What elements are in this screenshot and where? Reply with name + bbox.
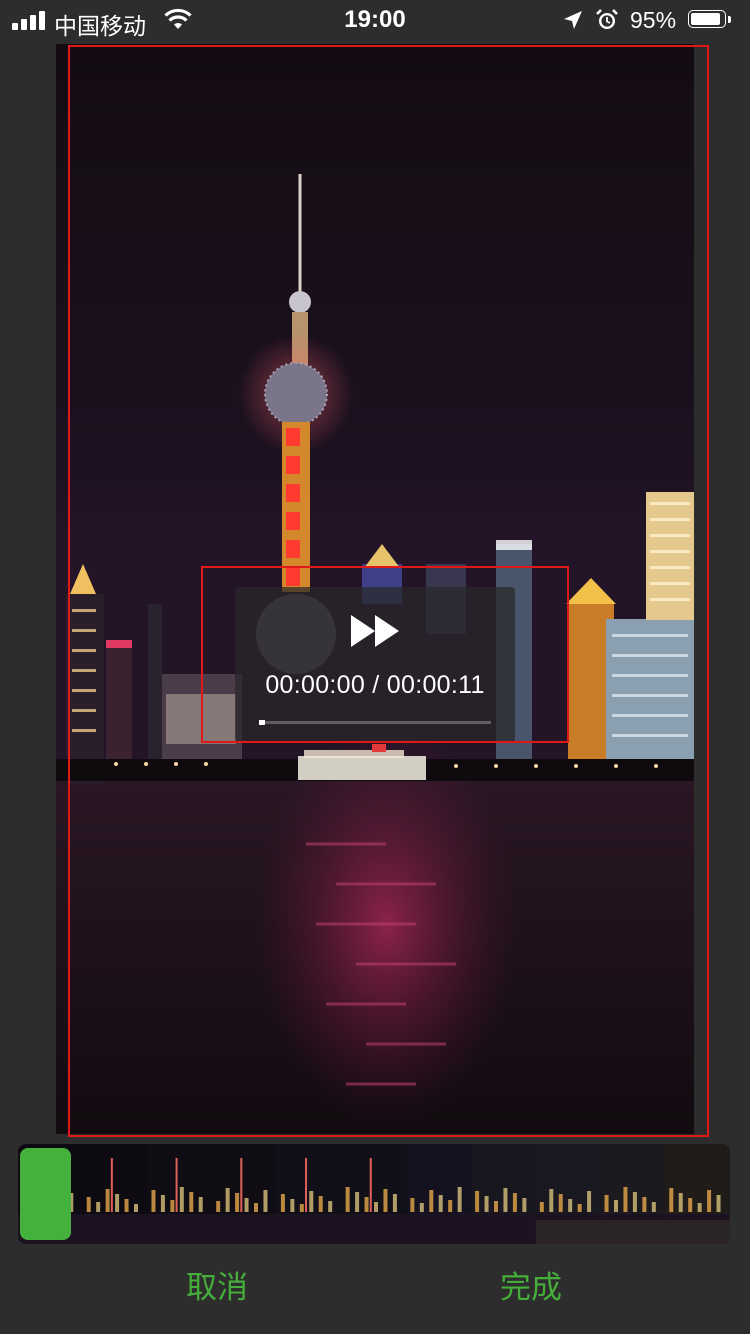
timeline-strip[interactable]	[18, 1144, 730, 1244]
battery-icon	[688, 10, 732, 30]
timeline-thumbnail	[600, 1144, 666, 1244]
timeline-thumbnail	[406, 1144, 472, 1244]
timeline-thumbnail	[471, 1144, 537, 1244]
location-icon	[564, 11, 582, 29]
timeline-thumbnail	[665, 1144, 730, 1244]
player-highlight-border	[201, 566, 569, 743]
trim-handle[interactable]	[20, 1148, 71, 1240]
timeline-thumbnail	[212, 1144, 278, 1244]
timeline-thumbnail	[341, 1144, 407, 1244]
timeline-thumbnail	[276, 1144, 343, 1244]
timeline-thumbnail	[535, 1144, 602, 1244]
cancel-button[interactable]: 取消	[186, 1262, 248, 1307]
timeline-thumbnails	[18, 1144, 730, 1244]
status-bar: 中国移动 19:00 95%	[0, 0, 750, 40]
done-button[interactable]: 完成	[500, 1262, 562, 1307]
video-edit-screen: 中国移动 19:00 95% 00:00:00 / 00:00:11 取消 完成	[0, 0, 750, 1334]
alarm-icon	[596, 9, 618, 29]
timeline-thumbnail	[82, 1144, 148, 1244]
timeline-thumbnail	[147, 1144, 213, 1244]
battery-percent: 95%	[630, 7, 677, 33]
